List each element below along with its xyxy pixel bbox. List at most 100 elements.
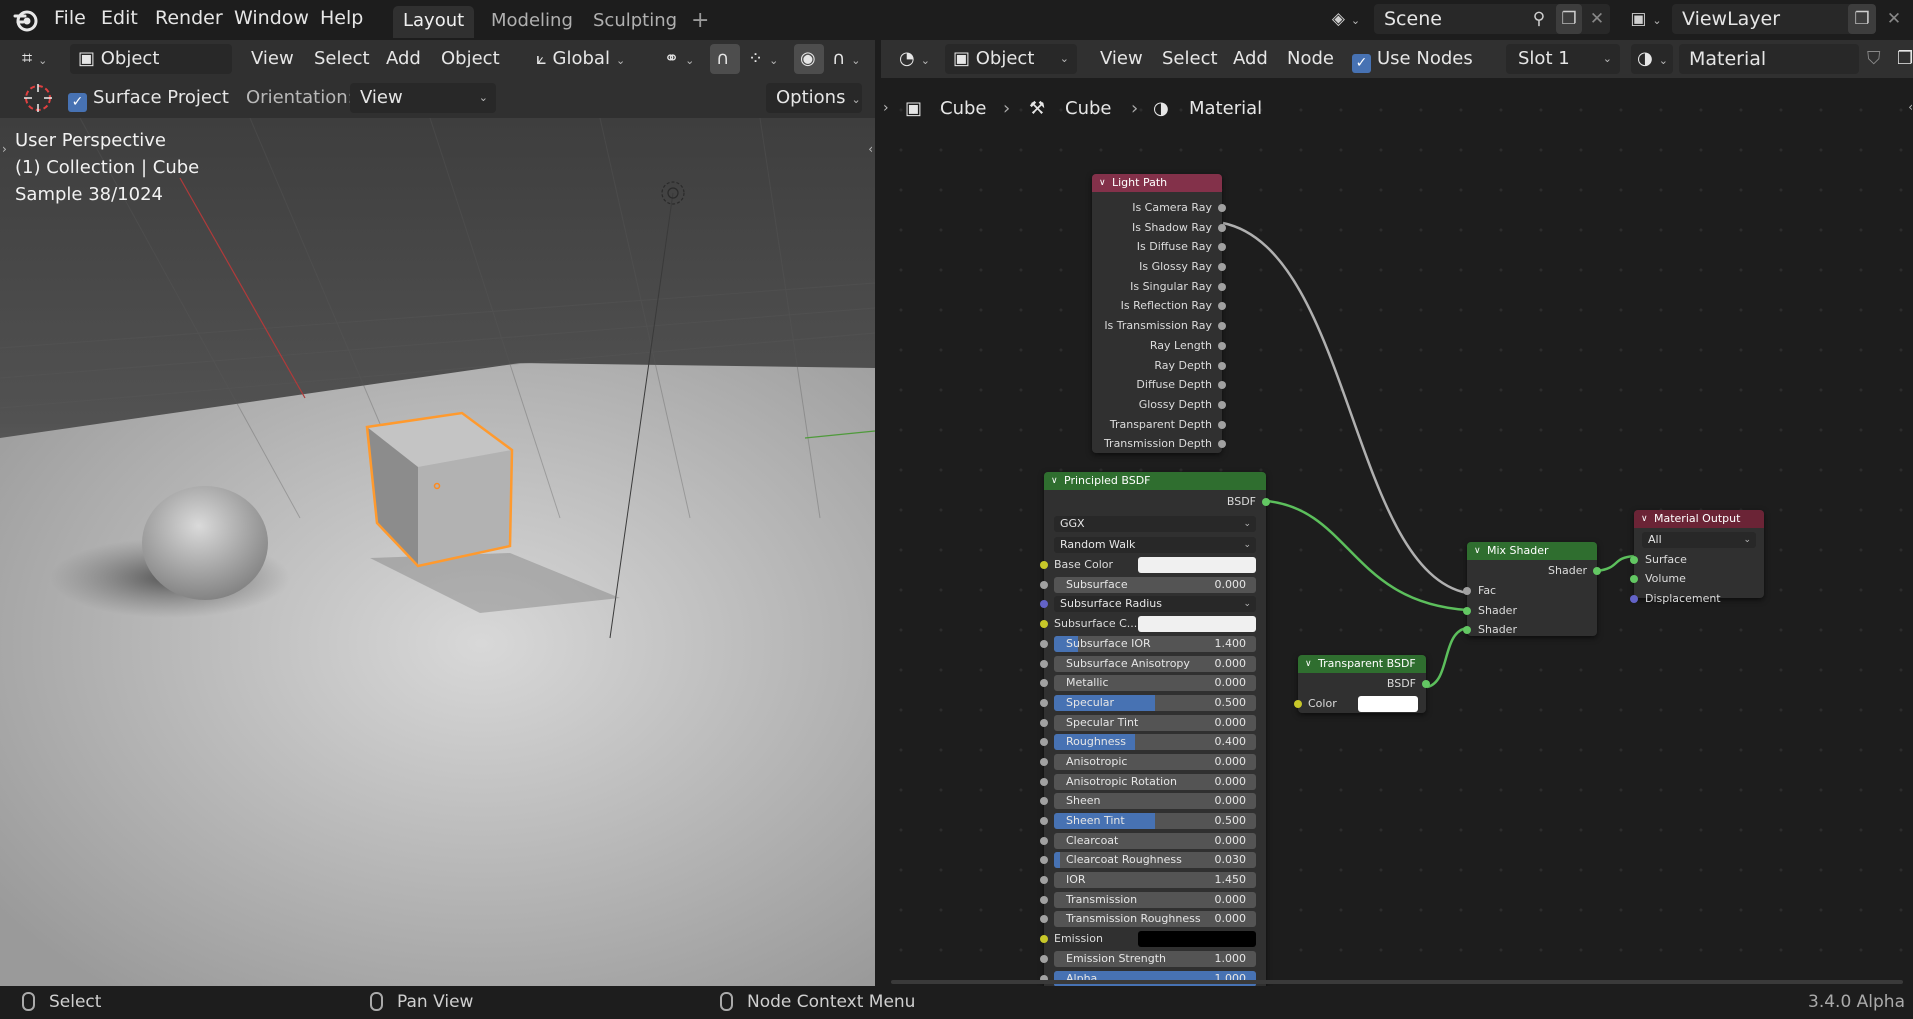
socket[interactable] xyxy=(1040,600,1048,609)
socket[interactable] xyxy=(1040,817,1048,825)
slider-specular[interactable]: Specular 0.500 xyxy=(1054,694,1256,711)
slider-anisotropic-rotation[interactable]: Anisotropic Rotation 0.000 xyxy=(1054,773,1256,790)
transparent-color-swatch[interactable] xyxy=(1358,695,1418,712)
socket[interactable] xyxy=(1040,935,1048,944)
view-layer-field[interactable]: ViewLayer xyxy=(1672,4,1862,34)
material-output-node[interactable]: ∨ Material Output All ⌄ Surface Volume Dis… xyxy=(1630,510,1764,605)
delete-view-layer-icon[interactable]: ✕ xyxy=(1880,4,1908,34)
socket[interactable] xyxy=(1218,361,1226,370)
node-menu-node[interactable]: Node xyxy=(1281,44,1340,74)
socket[interactable] xyxy=(1040,718,1048,727)
pin-icon[interactable]: ⚲ xyxy=(1526,4,1552,34)
slider-anisotropic[interactable]: Anisotropic 0.000 xyxy=(1054,753,1256,770)
node-menu-select[interactable]: Select xyxy=(1156,44,1224,74)
node-editor-canvas[interactable]: › ▣ Cube › ⚒ Cube › ◑ Material ∨ Light Pa… xyxy=(881,90,1913,986)
socket[interactable] xyxy=(1040,915,1048,924)
transparent-bsdf-node[interactable]: ∨ Transparent BSDF BSDF Color xyxy=(1294,655,1430,713)
light-path-node[interactable]: ∨ Light Path Is Camera Ray Is Shadow Ray … xyxy=(1092,174,1226,453)
socket[interactable] xyxy=(1040,757,1048,766)
socket[interactable] xyxy=(1040,561,1048,570)
transparent-header[interactable]: ∨ Transparent BSDF xyxy=(1298,655,1426,673)
orientation-dropdown[interactable]: View ⌄ xyxy=(350,83,496,113)
tab-layout[interactable]: Layout xyxy=(393,6,475,38)
menu-object[interactable]: Object xyxy=(435,44,506,74)
socket[interactable] xyxy=(1040,797,1048,806)
sidebar-toggle-icon[interactable]: ‹ xyxy=(1908,100,1913,114)
node-editor-type-icon[interactable]: ◔ ⌄ xyxy=(893,44,936,74)
collapse-chevron-icon[interactable]: ∨ xyxy=(1099,174,1106,192)
mode-dropdown[interactable]: ▣ Object Mode⌄ xyxy=(70,44,232,99)
menu-edit[interactable]: Edit xyxy=(95,0,144,40)
toolbar-toggle-icon[interactable]: › xyxy=(2,142,7,156)
socket[interactable] xyxy=(1630,595,1638,604)
target-dropdown[interactable]: All ⌄ xyxy=(1642,532,1756,548)
new-view-layer-icon[interactable]: ❐ xyxy=(1848,4,1876,34)
socket[interactable] xyxy=(1593,567,1601,575)
mix-shader-header[interactable]: ∨ Mix Shader xyxy=(1467,542,1597,560)
socket[interactable] xyxy=(1218,204,1226,212)
socket[interactable] xyxy=(1218,341,1226,350)
proportional-edit-icon[interactable]: ◉ xyxy=(794,44,824,74)
socket[interactable] xyxy=(1218,223,1226,232)
blender-logo-icon[interactable] xyxy=(12,6,40,34)
snap-icon[interactable]: ∩ xyxy=(710,44,740,74)
sidebar-toggle-icon[interactable]: ‹ xyxy=(868,142,873,156)
slider-clearcoat[interactable]: Clearcoat 0.000 xyxy=(1054,832,1256,849)
3d-viewport[interactable]: User Perspective (1) Collection | Cube S… xyxy=(0,118,875,986)
subsurface-method-dropdown[interactable]: Random Walk ⌄ xyxy=(1054,537,1256,554)
menu-add[interactable]: Add xyxy=(380,44,427,74)
socket[interactable] xyxy=(1463,586,1471,595)
slider-transmission[interactable]: Transmission 0.000 xyxy=(1054,891,1256,908)
menu-view[interactable]: View xyxy=(245,44,300,74)
tab-modeling[interactable]: Modeling xyxy=(481,6,583,38)
slider-metallic[interactable]: Metallic 0.000 xyxy=(1054,675,1256,692)
new-material-icon[interactable]: ❐ xyxy=(1891,44,1913,74)
pivot-icon[interactable]: ⚭ ⌄ xyxy=(658,44,700,74)
use-nodes-checkbox[interactable]: ✓ Use Nodes xyxy=(1346,44,1479,74)
slider-roughness[interactable]: Roughness 0.400 xyxy=(1054,734,1256,751)
socket[interactable] xyxy=(1040,679,1048,688)
socket[interactable] xyxy=(1218,282,1226,291)
new-scene-icon[interactable]: ❐ xyxy=(1556,4,1582,34)
node-menu-add[interactable]: Add xyxy=(1227,44,1274,74)
slider-emission-strength[interactable]: Emission Strength 1.000 xyxy=(1054,950,1256,967)
collapse-chevron-icon[interactable]: ∨ xyxy=(1641,510,1648,528)
socket[interactable] xyxy=(1630,555,1638,564)
slider-sheen[interactable]: Sheen 0.000 xyxy=(1054,793,1256,810)
surface-project-checkbox[interactable]: ✓ Surface Project xyxy=(62,83,235,113)
socket[interactable] xyxy=(1040,777,1048,786)
slider-transmission-roughness[interactable]: Transmission Roughness 0.000 xyxy=(1054,911,1256,928)
add-workspace-button[interactable]: + xyxy=(681,6,719,38)
collapse-chevron-icon[interactable]: ∨ xyxy=(1051,472,1058,490)
socket[interactable] xyxy=(1422,680,1430,688)
socket[interactable] xyxy=(1218,263,1226,272)
scene-icon[interactable]: ◈ ⌄ xyxy=(1328,4,1364,34)
menu-window[interactable]: Window xyxy=(228,0,315,40)
cursor-tool-icon[interactable] xyxy=(22,82,54,114)
socket[interactable] xyxy=(1040,856,1048,865)
slider-specular-tint[interactable]: Specular Tint 0.000 xyxy=(1054,714,1256,731)
snap-target-icon[interactable]: ⁘ ⌄ xyxy=(742,44,784,74)
slider-ior[interactable]: IOR 1.450 xyxy=(1054,872,1256,889)
delete-scene-icon[interactable]: ✕ xyxy=(1584,4,1610,34)
slider-clearcoat-roughness[interactable]: Clearcoat Roughness 0.030 xyxy=(1054,852,1256,869)
socket[interactable] xyxy=(1630,575,1638,584)
socket[interactable] xyxy=(1040,836,1048,845)
socket[interactable] xyxy=(1294,699,1302,708)
node-menu-view[interactable]: View xyxy=(1094,44,1149,74)
editor-type-icon[interactable]: ⌗ ⌄ xyxy=(16,44,53,74)
options-dropdown[interactable]: Options ⌄ xyxy=(766,83,862,113)
menu-render[interactable]: Render xyxy=(149,0,229,40)
socket[interactable] xyxy=(1040,620,1048,629)
principled-header[interactable]: ∨ Principled BSDF xyxy=(1044,472,1266,490)
horizontal-scrollbar[interactable] xyxy=(891,980,1903,984)
socket[interactable] xyxy=(1040,639,1048,648)
menu-select[interactable]: Select xyxy=(308,44,376,74)
menu-help[interactable]: Help xyxy=(314,0,369,40)
socket[interactable] xyxy=(1218,400,1226,409)
distribution-dropdown[interactable]: GGX ⌄ xyxy=(1054,515,1256,532)
slider-subsurface[interactable]: Subsurface 0.000 xyxy=(1054,576,1256,593)
sphere-object[interactable] xyxy=(142,486,268,600)
socket[interactable] xyxy=(1463,626,1471,635)
socket[interactable] xyxy=(1040,698,1048,707)
